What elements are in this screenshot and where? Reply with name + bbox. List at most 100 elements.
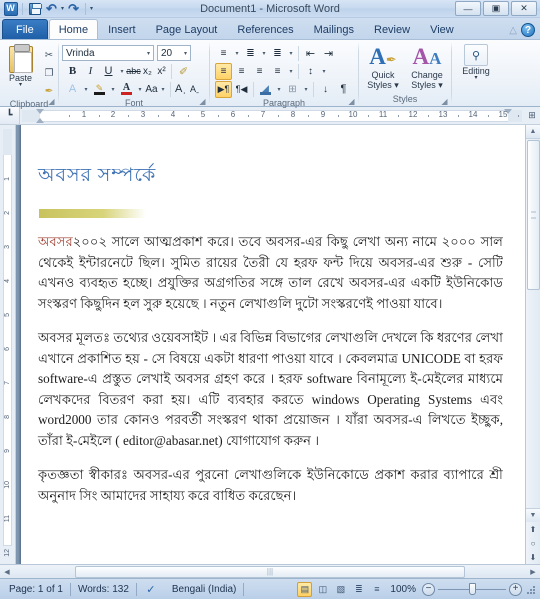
bullets-button[interactable]: ≡: [215, 45, 232, 62]
help-icon[interactable]: ?: [521, 23, 535, 37]
bullets-dropdown-icon[interactable]: ▾: [233, 45, 241, 62]
underline-dropdown-icon[interactable]: ▾: [118, 63, 126, 80]
select-browse-object-button[interactable]: ○: [526, 536, 540, 550]
tab-insert[interactable]: Insert: [98, 19, 146, 39]
paragraph-dialog-launcher[interactable]: ◢: [347, 97, 356, 106]
previous-object-button[interactable]: ⬆: [526, 522, 540, 536]
line-spacing-dropdown-icon[interactable]: ▾: [320, 63, 328, 80]
font-color-button[interactable]: A: [118, 81, 135, 98]
quick-styles-button[interactable]: A✒ Quick Styles ▾: [362, 44, 404, 90]
outline-view-button[interactable]: ≣: [351, 582, 366, 597]
hanging-indent-marker[interactable]: [36, 117, 44, 123]
text-effects-dropdown-icon[interactable]: ▾: [82, 81, 90, 98]
text-effects-button[interactable]: A: [64, 81, 81, 98]
resize-grip[interactable]: [525, 584, 535, 594]
rtl-text-direction-button[interactable]: ¶◀: [233, 81, 250, 98]
copy-icon[interactable]: ❐: [41, 65, 58, 81]
italic-button[interactable]: I: [82, 63, 99, 80]
multilevel-list-dropdown-icon[interactable]: ▾: [287, 45, 295, 62]
scroll-left-button[interactable]: ◀: [0, 565, 14, 578]
decrease-indent-button[interactable]: ⇤: [302, 45, 319, 62]
horizontal-ruler[interactable]: 1 2 3 4 5 6 7 8 9 10 11 12 13 14 15: [22, 108, 522, 123]
editing-button[interactable]: ⚲ Editing ▾: [456, 44, 496, 81]
shading-dropdown-icon[interactable]: ▾: [275, 81, 283, 98]
language-indicator[interactable]: Bengali (India): [165, 581, 243, 598]
bold-button[interactable]: B: [64, 63, 81, 80]
tab-stop-selector[interactable]: ┗: [0, 107, 20, 124]
word-count[interactable]: Words: 132: [71, 581, 136, 598]
minimize-ribbon-icon[interactable]: △: [509, 25, 517, 36]
font-size-combo[interactable]: 20 ▾: [157, 45, 191, 61]
increase-indent-button[interactable]: ⇥: [320, 45, 337, 62]
line-spacing-button[interactable]: ↕: [302, 63, 319, 80]
view-ruler-toggle-button[interactable]: ⊞: [524, 108, 540, 124]
multilevel-list-button[interactable]: ≣: [269, 45, 286, 62]
clear-formatting-button[interactable]: ✐: [175, 63, 192, 80]
draft-view-button[interactable]: ≡: [369, 582, 384, 597]
show-formatting-marks-button[interactable]: ¶: [335, 81, 352, 98]
save-icon[interactable]: [27, 1, 42, 16]
horizontal-scrollbar[interactable]: ◀ ||| ▶: [0, 564, 540, 578]
close-button[interactable]: ✕: [511, 1, 537, 16]
clipboard-dialog-launcher[interactable]: ◢: [47, 97, 56, 106]
paragraph-3[interactable]: কৃতজ্ঞতা স্বীকারঃ অবসর-এর পুরনো লেখাগুলি…: [38, 465, 503, 506]
scroll-down-button[interactable]: ▼: [525, 508, 540, 522]
center-button[interactable]: ≡: [233, 63, 250, 80]
customize-quick-access-toolbar-icon[interactable]: ▾: [90, 5, 93, 12]
subscript-button[interactable]: x₂: [141, 63, 154, 80]
zoom-level[interactable]: 100%: [387, 584, 419, 595]
strikethrough-button[interactable]: abc: [126, 63, 141, 80]
font-color-dropdown-icon[interactable]: ▾: [136, 81, 144, 98]
word-app-icon[interactable]: W: [3, 1, 18, 16]
tab-references[interactable]: References: [227, 19, 303, 39]
redo-icon[interactable]: ↷: [66, 1, 81, 16]
font-dialog-launcher[interactable]: ◢: [198, 97, 207, 106]
vertical-scrollbar-thumb[interactable]: [526, 140, 540, 290]
styles-dialog-launcher[interactable]: ◢: [440, 97, 449, 106]
text-highlight-dropdown-icon[interactable]: ▾: [109, 81, 117, 98]
chevron-down-icon[interactable]: ▾: [182, 50, 189, 57]
scroll-up-button[interactable]: ▲: [525, 125, 540, 139]
zoom-out-button[interactable]: −: [422, 582, 435, 596]
undo-dropdown-icon[interactable]: ▾: [61, 5, 64, 12]
editing-dropdown-icon[interactable]: ▾: [474, 75, 477, 81]
tab-home[interactable]: Home: [48, 19, 99, 39]
ltr-text-direction-button[interactable]: ▶¶: [215, 80, 232, 98]
borders-dropdown-icon[interactable]: ▾: [302, 81, 310, 98]
numbering-dropdown-icon[interactable]: ▾: [260, 45, 268, 62]
justify-dropdown-icon[interactable]: ▾: [287, 63, 295, 80]
underline-button[interactable]: U: [100, 63, 117, 80]
text-highlight-color-button[interactable]: ✎: [91, 81, 108, 98]
tab-mailings[interactable]: Mailings: [304, 19, 364, 39]
shrink-font-button[interactable]: Aˍ: [188, 81, 201, 98]
paste-button[interactable]: Paste ▾: [1, 44, 41, 88]
next-object-button[interactable]: ⬇: [526, 550, 540, 564]
sort-button[interactable]: ↓: [317, 81, 334, 98]
justify-button[interactable]: ≡: [269, 63, 286, 80]
vertical-ruler[interactable]: 1 2 3 4 5 6 7 8 9 10 11 12: [0, 125, 16, 564]
tab-view[interactable]: View: [420, 19, 464, 39]
zoom-slider[interactable]: [438, 583, 506, 596]
undo-icon[interactable]: ↶: [44, 1, 59, 16]
numbering-button[interactable]: ≣: [242, 45, 259, 62]
align-right-button[interactable]: ≡: [251, 63, 268, 80]
tab-file[interactable]: File: [2, 19, 48, 39]
shading-button[interactable]: ◢: [257, 81, 274, 98]
tab-page-layout[interactable]: Page Layout: [146, 19, 228, 39]
chevron-down-icon[interactable]: ▾: [145, 50, 152, 57]
page-indicator[interactable]: Page: 1 of 1: [2, 581, 70, 598]
web-layout-view-button[interactable]: ▧: [333, 582, 348, 597]
full-screen-reading-view-button[interactable]: ◫: [315, 582, 330, 597]
print-layout-view-button[interactable]: ▤: [297, 581, 313, 597]
change-case-button[interactable]: Aa: [145, 81, 158, 98]
document-page[interactable]: অবসর সম্পর্কে অবসর২০০২ সালে আত্মপ্রকাশ ক…: [20, 125, 525, 564]
proofing-status[interactable]: ✓: [137, 581, 165, 598]
change-case-dropdown-icon[interactable]: ▾: [159, 81, 167, 98]
maximize-button[interactable]: ▣: [483, 1, 509, 16]
paragraph-1[interactable]: অবসর২০০২ সালে আত্মপ্রকাশ করে। তবে অবসর-এ…: [38, 232, 503, 314]
superscript-button[interactable]: x²: [155, 63, 168, 80]
first-line-indent-marker[interactable]: [36, 108, 44, 114]
zoom-in-button[interactable]: +: [509, 582, 522, 596]
grow-font-button[interactable]: Aˌ: [174, 81, 187, 98]
cut-icon[interactable]: ✂: [41, 47, 58, 63]
